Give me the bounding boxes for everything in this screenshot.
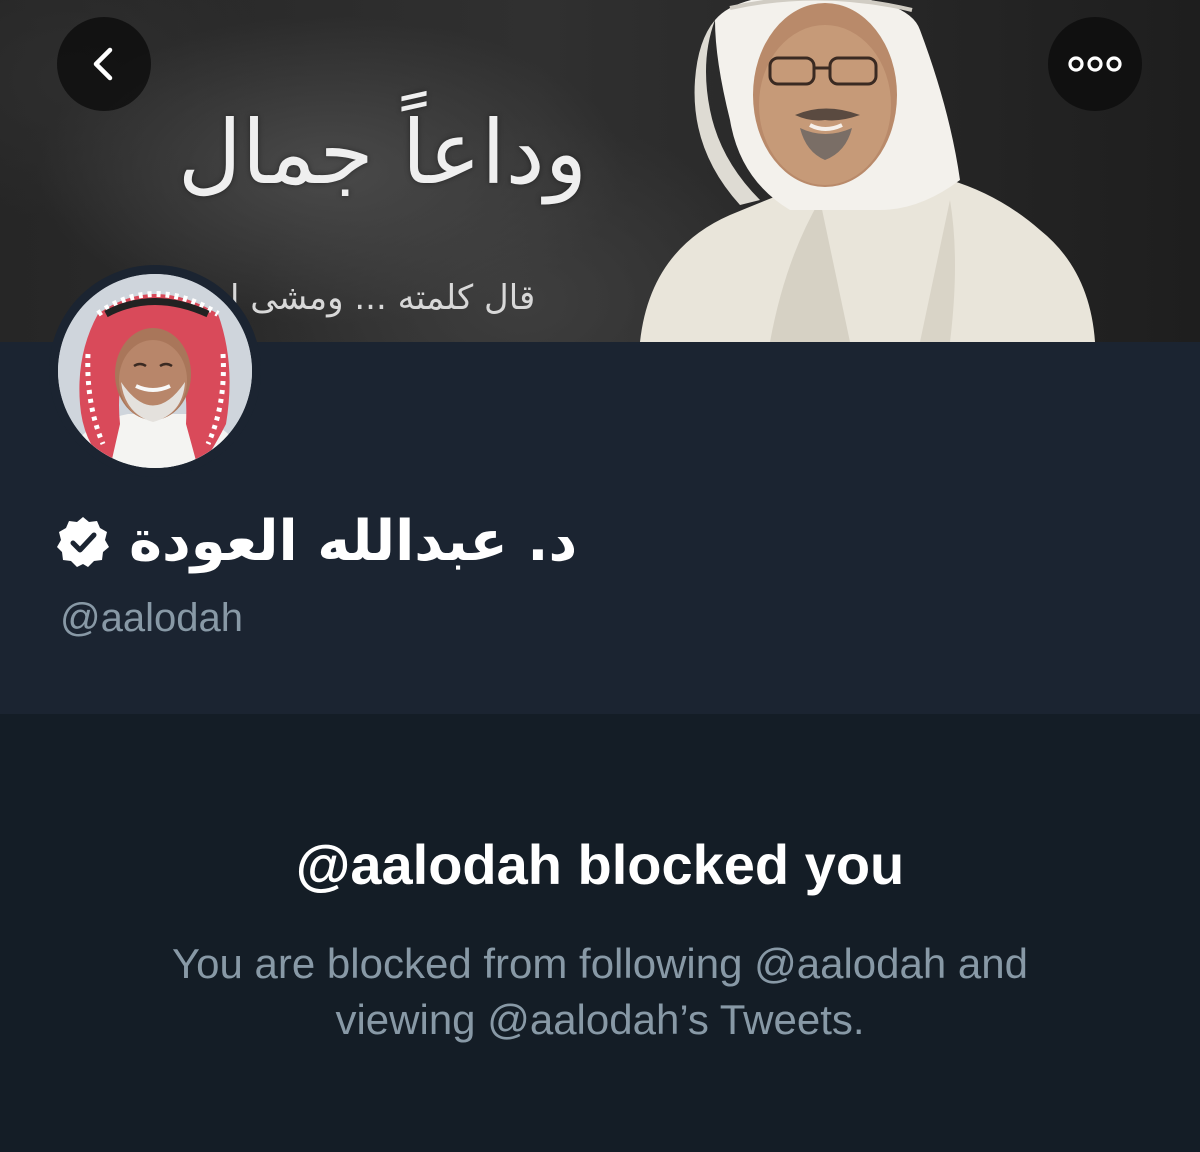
display-name: د. عبدالله العودة [129,509,578,574]
back-button[interactable] [57,17,151,111]
profile-handle: @aalodah [60,596,243,640]
chevron-left-icon [93,47,113,81]
banner-portrait-image [640,0,1095,342]
avatar-image [58,274,252,468]
profile-screen: وداعاً جمال قال كلمته ... ومشى ا د. عبدا… [0,0,1200,1152]
banner-subtitle: قال كلمته ... ومشى ا [230,278,536,318]
more-options-button[interactable] [1048,17,1142,111]
display-name-row: د. عبدالله العودة [55,502,577,582]
blocked-title: @aalodah blocked you [295,833,905,896]
blocked-notice: @aalodah blocked you You are blocked fro… [0,714,1200,1152]
banner-title: وداعاً جمال [177,101,588,204]
more-horizontal-icon [1068,56,1122,72]
blocked-message: You are blocked from following @aalodah … [172,940,1028,1043]
verified-badge-icon [57,517,109,567]
avatar[interactable] [49,265,261,477]
